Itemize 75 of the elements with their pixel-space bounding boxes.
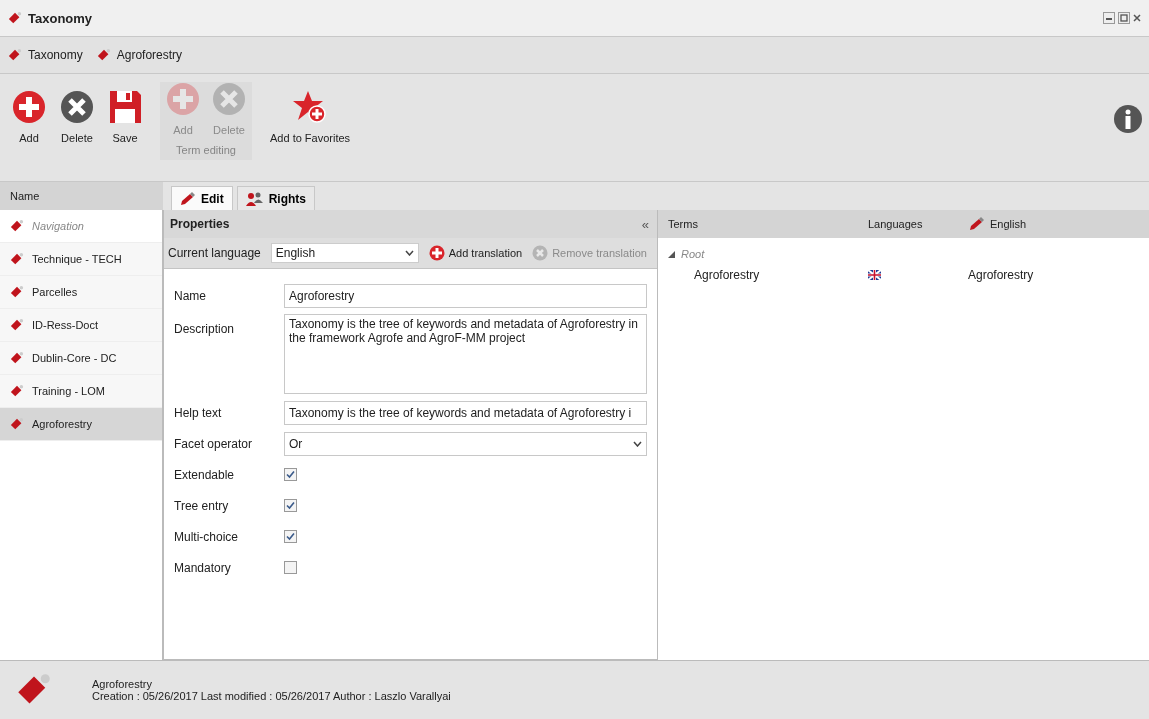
- close-icon: [532, 245, 549, 261]
- field-label: Description: [174, 321, 236, 336]
- field-label: Facet operator: [174, 436, 254, 451]
- sidebar-item[interactable]: Technique - TECH: [0, 243, 162, 276]
- group-label: Term editing: [176, 144, 236, 158]
- taxonomy-icon: [10, 219, 24, 233]
- tree-node[interactable]: Root: [681, 248, 705, 260]
- breadcrumb-link[interactable]: Agroforestry: [116, 48, 183, 62]
- maximize-icon[interactable]: [1118, 12, 1130, 24]
- column-header: Languages: [868, 218, 924, 230]
- table-cell-text: Agroforestry: [693, 268, 761, 282]
- field-label: Multi-choice: [174, 529, 240, 544]
- text-field[interactable]: Agroforestry: [284, 283, 647, 308]
- toolbar-button[interactable]: Save: [102, 82, 148, 152]
- tab[interactable]: Rights: [236, 186, 315, 210]
- minimize-icon[interactable]: [1103, 12, 1115, 24]
- save-icon: [108, 90, 142, 124]
- taxonomy-icon: [96, 48, 111, 62]
- field-label: Mandatory: [174, 560, 232, 575]
- table-cell: Agroforestry: [968, 268, 1034, 282]
- column-header: Name: [0, 182, 163, 210]
- flag-icon: [868, 270, 881, 280]
- plus-icon: [12, 90, 46, 124]
- info-icon[interactable]: [1113, 104, 1143, 134]
- plus-icon: [166, 82, 200, 116]
- taxonomy-icon: [8, 48, 22, 62]
- checkbox[interactable]: [284, 468, 297, 481]
- field-label: Current language: [168, 246, 261, 260]
- status-text: Creation : 05/26/2017 Last modified : 05/26/2017 Author : Laszlo Varallyai: [92, 690, 451, 702]
- collapse-button[interactable]: «: [639, 216, 651, 232]
- people-icon: [245, 191, 264, 206]
- toolbar-button[interactable]: Add to Favorites: [264, 82, 357, 152]
- sidebar-item[interactable]: ID-Ress-Doct: [0, 309, 162, 342]
- taxonomy-icon: [8, 11, 22, 25]
- tab[interactable]: Edit: [171, 186, 233, 210]
- sidebar-item[interactable]: Agroforestry: [0, 408, 162, 441]
- sidebar-item[interactable]: Dublin-Core - DC: [0, 342, 162, 375]
- taxonomy-icon: [10, 417, 24, 431]
- window-title: Taxonomy: [28, 10, 93, 26]
- status-title: Agroforestry: [92, 678, 153, 690]
- pencil-icon: [968, 217, 986, 231]
- taxonomy-icon: [10, 285, 24, 299]
- plus-icon: [428, 245, 445, 261]
- toolbar-button[interactable]: Delete: [54, 82, 100, 152]
- dropdown-icon: [633, 440, 642, 447]
- breadcrumb-link[interactable]: Taxonomy: [28, 48, 83, 62]
- checkbox[interactable]: [284, 530, 297, 543]
- toolbar-button[interactable]: Add: [6, 82, 52, 152]
- field-label: Name: [174, 288, 207, 303]
- panel-title: Properties: [170, 217, 230, 231]
- sidebar-item[interactable]: Training - LOM: [0, 375, 162, 408]
- checkbox[interactable]: [284, 561, 297, 574]
- field-label: Extendable: [174, 467, 236, 482]
- star-icon: [293, 90, 328, 124]
- taxonomy-icon: [10, 384, 24, 398]
- column-header: Terms: [667, 218, 699, 230]
- close-icon[interactable]: [1133, 12, 1141, 24]
- language-select[interactable]: English: [270, 243, 419, 263]
- text-field[interactable]: Taxonomy is the tree of keywords and metadata of Agroforestry i: [284, 400, 647, 425]
- close-icon: [212, 82, 246, 116]
- pencil-icon: [180, 191, 196, 206]
- field-label: Tree entry: [174, 498, 230, 513]
- dropdown-icon: [404, 250, 414, 256]
- checkbox[interactable]: [284, 499, 297, 512]
- column-header: English: [968, 217, 1027, 231]
- taxonomy-icon: [10, 318, 24, 332]
- toolbar-button[interactable]: Add translation: [428, 245, 523, 261]
- field-label: Help text: [174, 405, 223, 420]
- close-icon: [60, 90, 94, 124]
- select-field[interactable]: Or: [284, 431, 647, 456]
- text-area[interactable]: Taxonomy is the tree of keywords and metadata of Agroforestry in the framework Agrofe and AgroF-MM project: [284, 314, 647, 394]
- taxonomy-icon: [10, 351, 24, 365]
- sidebar-item[interactable]: Parcelles: [0, 276, 162, 309]
- expand-arrow-icon[interactable]: [668, 250, 675, 258]
- taxonomy-icon: [10, 252, 24, 266]
